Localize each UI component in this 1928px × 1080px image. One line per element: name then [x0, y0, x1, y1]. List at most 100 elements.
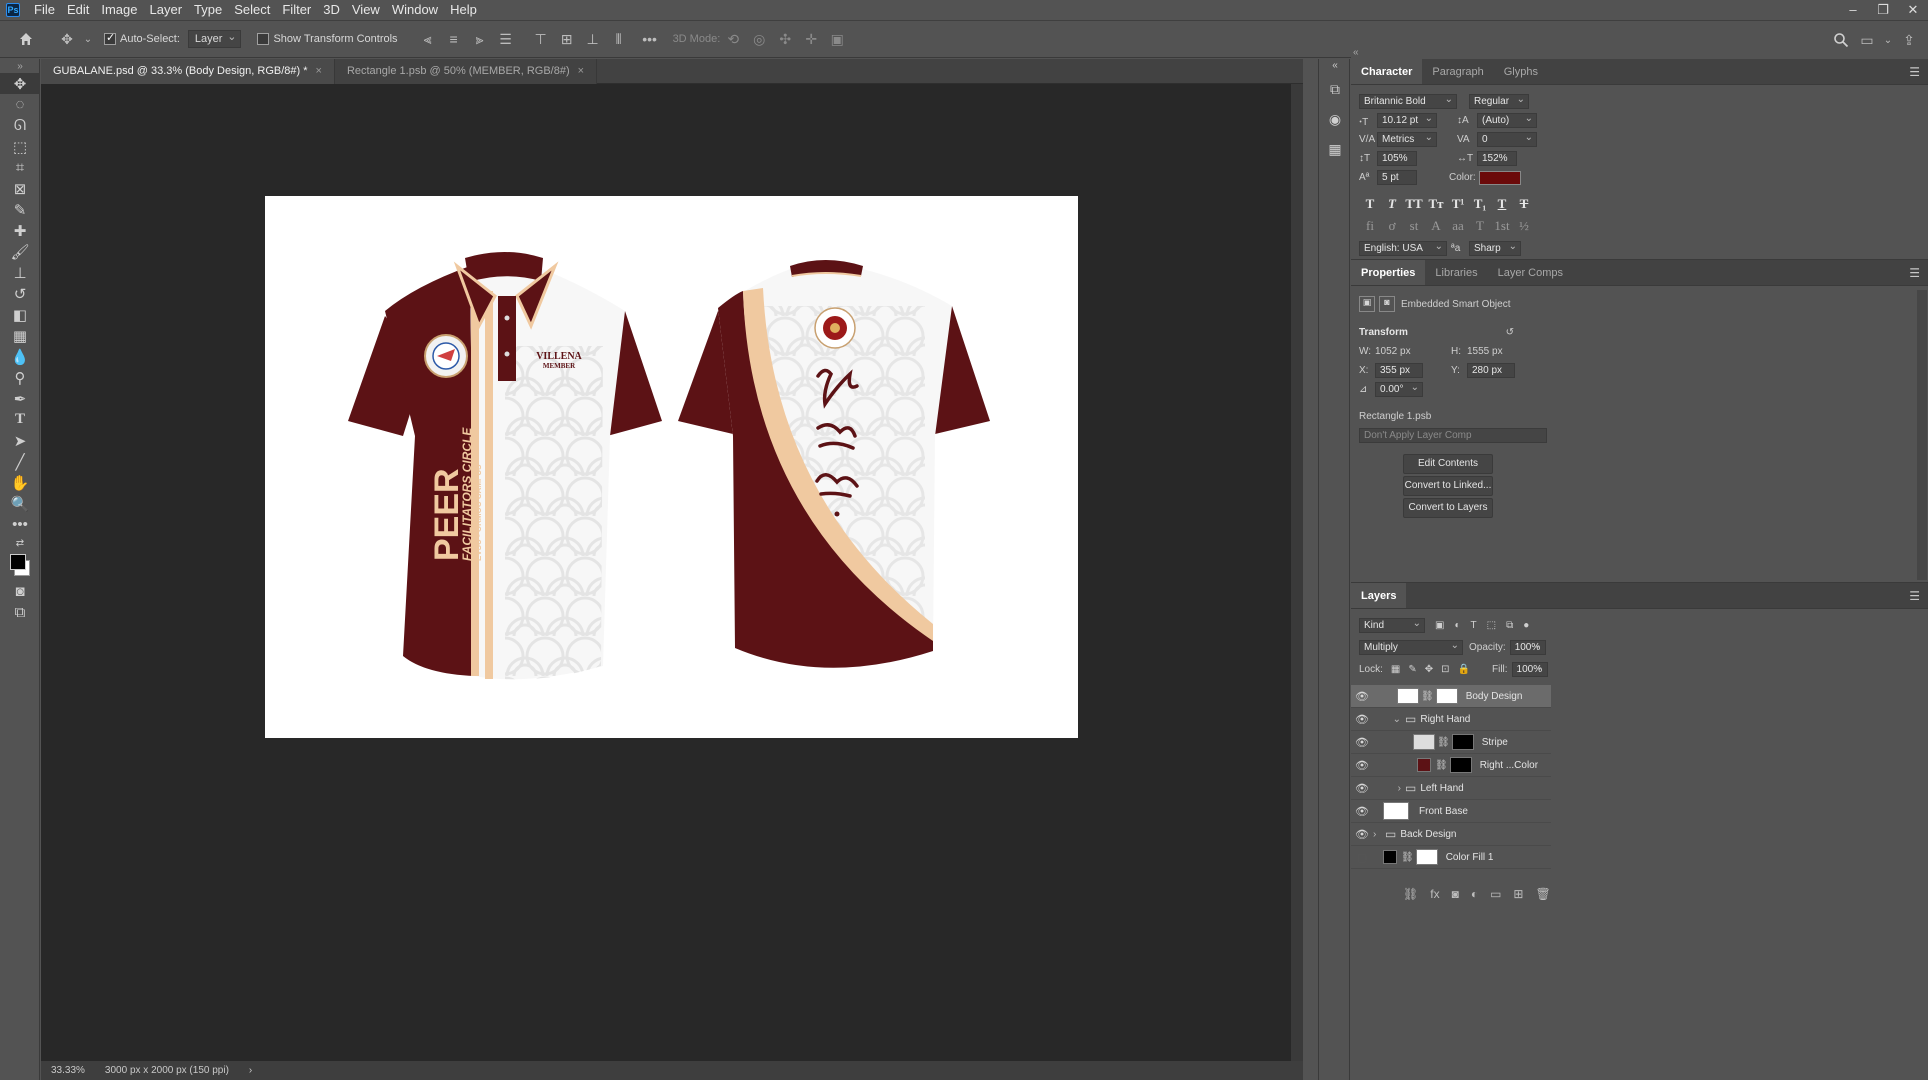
superscript-icon[interactable]: T¹: [1447, 196, 1469, 212]
ornaments-icon[interactable]: T: [1469, 218, 1491, 234]
lock-position-icon[interactable]: ✥: [1425, 664, 1433, 675]
panel-menu-icon[interactable]: ☰: [1909, 266, 1920, 280]
history-brush-icon[interactable]: ↺: [0, 283, 40, 304]
visibility-eye-icon[interactable]: 👁: [1351, 759, 1373, 772]
language-dropdown[interactable]: English: USA: [1359, 240, 1447, 256]
fractions-icon[interactable]: ½: [1513, 218, 1535, 234]
visibility-eye-icon[interactable]: 👁: [1351, 782, 1373, 795]
blend-mode-dropdown[interactable]: Multiply: [1359, 639, 1463, 655]
eyedropper-icon[interactable]: ✎: [0, 199, 40, 220]
distribute-icon[interactable]: ☰: [496, 29, 516, 49]
filter-pixel-icon[interactable]: ▣: [1435, 620, 1444, 631]
align-bottom-icon[interactable]: ⊥: [583, 29, 603, 49]
tab-layers[interactable]: Layers: [1351, 583, 1407, 608]
object-select-icon[interactable]: ⬚: [0, 136, 40, 157]
stylistic-alt-icon[interactable]: A: [1425, 218, 1447, 234]
distribute-vertical-icon[interactable]: ⦀: [609, 29, 629, 49]
layer-name[interactable]: Stripe: [1482, 737, 1508, 748]
chevron-down-icon[interactable]: ⌄: [1373, 714, 1401, 725]
swap-colors-icon[interactable]: ⇄: [0, 535, 40, 551]
menu-help[interactable]: Help: [444, 0, 483, 20]
pen-tool-icon[interactable]: ✒: [0, 388, 40, 409]
chevron-right-icon[interactable]: ›: [239, 1065, 262, 1076]
zoom-level[interactable]: 33.33%: [41, 1065, 95, 1076]
menu-3d[interactable]: 3D: [317, 0, 346, 20]
small-caps-icon[interactable]: Tт: [1425, 196, 1447, 212]
lasso-tool-icon[interactable]: ᘏ: [0, 115, 40, 136]
swatches-icon[interactable]: ◉: [1319, 107, 1351, 131]
ordinals-icon[interactable]: 1st: [1491, 218, 1513, 234]
layer-row[interactable]: 👁 Front Base: [1351, 800, 1551, 823]
frame-tool-icon[interactable]: ⊠: [0, 178, 40, 199]
tab-properties[interactable]: Properties: [1351, 260, 1426, 285]
font-size-field[interactable]: 10.12 pt: [1377, 112, 1437, 128]
move-tool-icon[interactable]: ✥: [0, 73, 40, 94]
auto-select-target-dropdown[interactable]: Layer: [187, 30, 242, 48]
menu-window[interactable]: Window: [386, 0, 444, 20]
faux-bold-icon[interactable]: T: [1359, 196, 1381, 212]
fill-field[interactable]: 100%: [1511, 661, 1548, 677]
show-transform-checkbox[interactable]: [257, 33, 270, 45]
zoom-tool-icon[interactable]: 🔍: [0, 493, 40, 514]
layer-name[interactable]: Right ...Color: [1480, 760, 1538, 771]
collapse-panels-icon[interactable]: «: [1319, 59, 1351, 71]
blur-tool-icon[interactable]: 💧: [0, 346, 40, 367]
layer-row[interactable]: ▢ ⛓ Color Fill 1: [1351, 846, 1551, 869]
align-right-icon[interactable]: ⫸: [470, 29, 490, 49]
layer-row[interactable]: 👁 › ▭ Back Design: [1351, 823, 1551, 846]
titling-icon[interactable]: aa: [1447, 218, 1469, 234]
more-options-icon[interactable]: •••: [640, 29, 660, 49]
visibility-eye-icon[interactable]: 👁: [1351, 690, 1373, 703]
close-tab-icon[interactable]: ×: [316, 65, 322, 77]
foreground-color-swatch[interactable]: [10, 554, 26, 570]
elliptical-marquee-icon[interactable]: ◌: [0, 94, 40, 115]
artboard-canvas[interactable]: VILLENA MEMBER PEER FACILITATORS CIRCLE …: [265, 196, 1078, 738]
eraser-icon[interactable]: ◧: [0, 304, 40, 325]
history-icon[interactable]: ⧉: [1319, 77, 1351, 101]
healing-brush-icon[interactable]: ✚: [0, 220, 40, 241]
height-value[interactable]: 1555 px: [1467, 346, 1503, 357]
horizontal-scale-field[interactable]: 152%: [1477, 151, 1517, 166]
quick-mask-icon[interactable]: ◙: [0, 581, 40, 602]
filter-toggle-icon[interactable]: ●: [1523, 620, 1529, 631]
filter-shape-icon[interactable]: ⬚: [1487, 620, 1496, 631]
expand-toolbar-icon[interactable]: »: [0, 59, 40, 73]
layer-name[interactable]: Back Design: [1400, 829, 1456, 840]
chevron-right-icon[interactable]: ›: [1373, 783, 1401, 794]
font-family-dropdown[interactable]: Britannic Bold: [1359, 93, 1457, 109]
layer-name[interactable]: Body Design: [1466, 691, 1523, 702]
document-info[interactable]: 3000 px x 2000 px (150 ppi): [95, 1065, 239, 1076]
layer-row[interactable]: 👁 ⛓ Right ...Color: [1351, 754, 1551, 777]
brush-tool-icon[interactable]: 🖌: [0, 241, 40, 262]
visibility-eye-icon[interactable]: 👁: [1351, 805, 1373, 818]
auto-select-option[interactable]: Auto-Select:: [104, 31, 180, 45]
tab-glyphs[interactable]: Glyphs: [1494, 59, 1548, 84]
layer-row[interactable]: 👁 ⛓ Stripe: [1351, 731, 1551, 754]
strikethrough-icon[interactable]: T: [1513, 196, 1535, 212]
antialias-dropdown[interactable]: Sharp: [1469, 240, 1521, 256]
lock-transparent-icon[interactable]: ▦: [1391, 664, 1400, 675]
more-tools-icon[interactable]: •••: [0, 514, 40, 535]
grid-icon[interactable]: ▦: [1319, 137, 1351, 161]
link-layers-icon[interactable]: ⛓: [1403, 887, 1418, 901]
opacity-field[interactable]: 100%: [1509, 639, 1546, 655]
menu-layer[interactable]: Layer: [144, 0, 189, 20]
minimize-icon[interactable]: –: [1838, 0, 1868, 20]
layer-style-icon[interactable]: fx: [1430, 887, 1439, 901]
filter-type-icon[interactable]: T: [1471, 620, 1477, 631]
panel-menu-icon[interactable]: ☰: [1909, 589, 1920, 603]
layer-name[interactable]: Front Base: [1419, 806, 1468, 817]
align-hcenter-icon[interactable]: ≡: [444, 29, 464, 49]
menu-edit[interactable]: Edit: [61, 0, 95, 20]
gradient-tool-icon[interactable]: ▦: [0, 325, 40, 346]
delete-layer-icon[interactable]: 🗑: [1535, 887, 1550, 901]
screen-mode-icon[interactable]: ⧉: [0, 602, 40, 623]
underline-icon[interactable]: T: [1491, 196, 1513, 212]
tab-character[interactable]: Character: [1351, 59, 1423, 84]
lock-artboard-icon[interactable]: ⊡: [1441, 664, 1449, 675]
properties-scrollbar[interactable]: [1917, 290, 1927, 580]
align-left-icon[interactable]: ⫷: [418, 29, 438, 49]
hand-tool-icon[interactable]: ✋: [0, 472, 40, 493]
new-layer-icon[interactable]: ⊞: [1513, 887, 1523, 901]
visibility-eye-icon[interactable]: ▢: [1351, 851, 1373, 864]
